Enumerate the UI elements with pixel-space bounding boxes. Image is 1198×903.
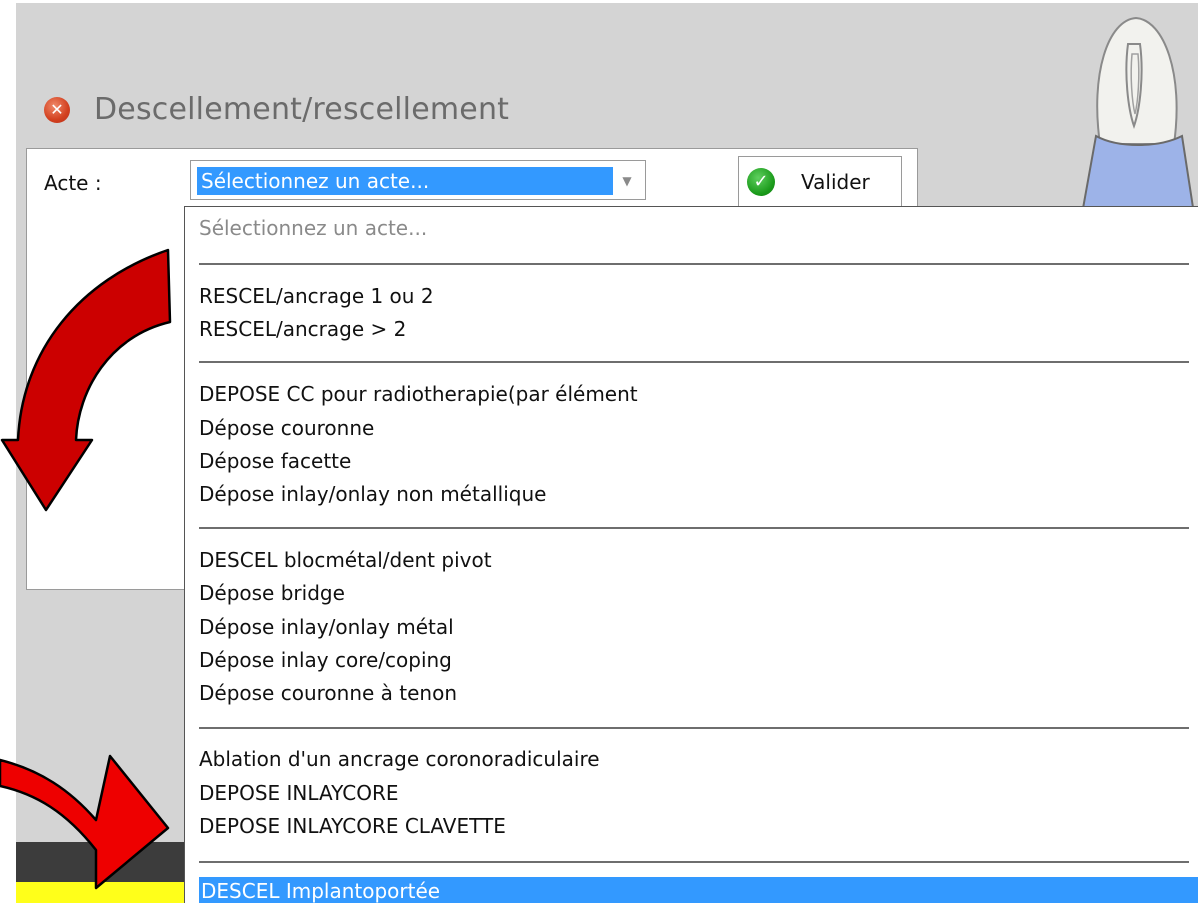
list-item[interactable]: DEPOSE INLAYCORE CLAVETTE <box>199 813 506 839</box>
acte-label: Acte : <box>44 171 102 195</box>
list-item[interactable]: RESCEL/ancrage > 2 <box>199 316 406 342</box>
validate-label: Valider <box>801 170 870 194</box>
check-icon: ✓ <box>747 168 775 196</box>
list-item[interactable]: Dépose inlay core/coping <box>199 647 452 673</box>
validate-button[interactable]: ✓ Valider <box>738 156 902 208</box>
list-item[interactable]: Dépose facette <box>199 448 351 474</box>
list-item[interactable]: DEPOSE CC pour radiotherapie(par élément <box>199 381 638 407</box>
window-top-edge <box>16 0 1198 3</box>
list-item[interactable]: Dépose inlay/onlay non métallique <box>199 481 546 507</box>
dialog-title: ✕ Descellement/rescellement <box>44 92 509 127</box>
dialog-title-text: Descellement/rescellement <box>94 92 510 127</box>
pointer-arrow-annotation <box>0 754 170 890</box>
list-item[interactable]: DEPOSE INLAYCORE <box>199 780 398 806</box>
list-item[interactable]: Ablation d'un ancrage coronoradiculaire <box>199 746 600 772</box>
list-item[interactable]: Dépose bridge <box>199 580 345 606</box>
list-item[interactable]: RESCEL/ancrage 1 ou 2 <box>199 283 434 309</box>
acte-select-value: Sélectionnez un acte... <box>197 167 613 195</box>
list-separator <box>199 861 1189 863</box>
acte-select[interactable]: Sélectionnez un acte... ▼ <box>190 160 646 200</box>
list-separator <box>199 263 1189 265</box>
acte-dropdown-list[interactable]: Sélectionnez un acte... RESCEL/ancrage 1… <box>184 206 1198 903</box>
list-item[interactable]: Dépose couronne <box>199 415 374 441</box>
list-separator <box>199 361 1189 363</box>
list-item[interactable]: Dépose couronne à tenon <box>199 680 457 706</box>
curved-arrow-annotation <box>0 248 172 512</box>
list-item[interactable]: DESCEL blocmétal/dent pivot <box>199 547 492 573</box>
list-item-placeholder[interactable]: Sélectionnez un acte... <box>199 215 427 241</box>
list-item[interactable]: Dépose inlay/onlay métal <box>199 614 454 640</box>
close-icon[interactable]: ✕ <box>44 96 70 123</box>
tooth-icon <box>1080 16 1196 214</box>
chevron-down-icon[interactable]: ▼ <box>615 167 639 195</box>
list-item-selected[interactable]: DESCEL Implantoportée <box>199 877 1198 903</box>
list-separator <box>199 727 1189 729</box>
list-separator <box>199 527 1189 529</box>
